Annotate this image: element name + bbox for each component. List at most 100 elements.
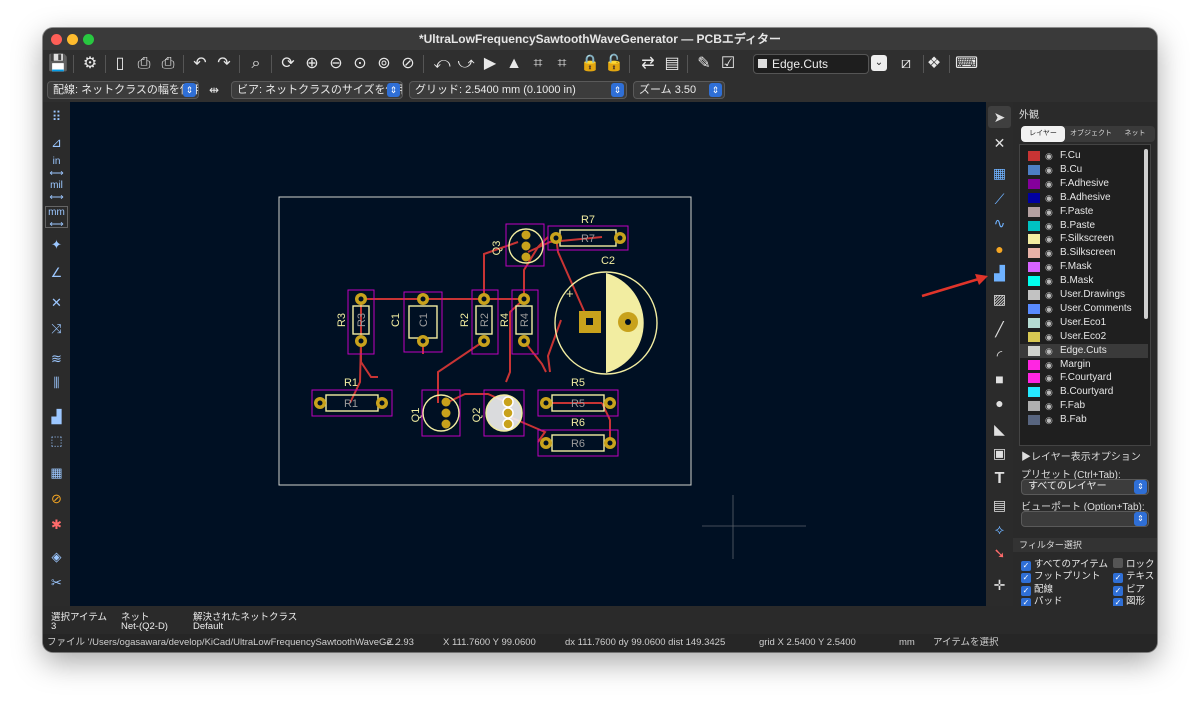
layer-color-swatch[interactable] — [1028, 151, 1040, 161]
footprint-tool-icon[interactable]: ▦ — [988, 162, 1011, 184]
eye-icon[interactable]: ◉ — [1045, 260, 1053, 274]
layer-color-swatch[interactable] — [1028, 373, 1040, 384]
zoom-selection-icon[interactable]: ⊘ — [397, 53, 419, 75]
pad-outline-icon[interactable]: ▦ — [45, 462, 68, 484]
tab-nets[interactable]: ネット — [1117, 126, 1153, 142]
eye-icon[interactable]: ◉ — [1045, 177, 1053, 191]
minimize-window-button[interactable] — [67, 34, 78, 45]
active-layer-select[interactable]: Edge.Cuts — [753, 54, 869, 74]
layer-row[interactable]: ◉ B.Paste — [1020, 219, 1148, 233]
route-track-icon[interactable]: ⟋ — [988, 188, 1011, 210]
layer-row[interactable]: ◉ Margin — [1020, 358, 1148, 372]
select-tool-icon[interactable]: ➤ — [988, 106, 1011, 128]
zoom-fit-icon[interactable]: ⊙ — [349, 53, 371, 75]
q1-footprint[interactable]: Q1 — [410, 389, 461, 437]
track-width-select[interactable]: 配線: ネットクラスの幅を使用 ⇕ — [47, 81, 199, 99]
scripting-icon[interactable]: ❖ — [923, 53, 945, 75]
via-tool-icon[interactable]: ● — [988, 238, 1011, 260]
layer-row[interactable]: ◉ B.Adhesive — [1020, 191, 1148, 205]
refresh-icon[interactable]: ⟳ — [277, 53, 299, 75]
layer-color-swatch[interactable] — [1028, 248, 1040, 259]
layer-color-swatch[interactable] — [1028, 387, 1040, 398]
layer-row[interactable]: ◉ User.Drawings — [1020, 288, 1148, 302]
layer-row[interactable]: ◉ F.Silkscreen — [1020, 232, 1148, 246]
circle-tool-icon[interactable]: ● — [988, 392, 1011, 414]
group-icon[interactable]: ⌗ — [527, 53, 549, 75]
grid-toggle-icon[interactable]: ⠿ — [45, 106, 68, 128]
layer-color-swatch[interactable] — [1028, 178, 1040, 189]
eye-icon[interactable]: ◉ — [1045, 413, 1053, 427]
plot-icon[interactable]: ⎙ — [157, 53, 179, 75]
find-icon[interactable]: ⌕ — [245, 53, 267, 75]
eye-icon[interactable]: ◉ — [1045, 371, 1053, 385]
line-tool-icon[interactable]: ╱ — [988, 318, 1011, 340]
layer-row[interactable]: ◉ F.Fab — [1020, 399, 1148, 413]
eye-icon[interactable]: ◉ — [1045, 219, 1053, 233]
eye-icon[interactable]: ◉ — [1045, 316, 1053, 330]
eye-icon[interactable]: ◉ — [1045, 191, 1053, 205]
track-outline-icon[interactable]: ⫼ — [45, 372, 68, 394]
print-icon[interactable]: ⎙ — [133, 53, 155, 75]
cursor-crosshair-icon[interactable]: ✦ — [45, 234, 68, 256]
via-size-select[interactable]: ビア: ネットクラスのサイズを使用 ⇕ — [231, 81, 403, 99]
layer-display-options[interactable]: ▶レイヤー表示オプション — [1021, 448, 1141, 463]
contrast-mode-icon[interactable]: ✱ — [45, 514, 68, 536]
eye-icon[interactable]: ◉ — [1045, 344, 1053, 358]
dimension-tool-icon[interactable]: ⟡ — [988, 518, 1011, 540]
polar-coords-icon[interactable]: ⊿ — [45, 132, 68, 154]
tools-icon[interactable]: ✂ — [45, 572, 68, 594]
close-window-button[interactable] — [51, 34, 62, 45]
q2-footprint[interactable]: Q2 — [471, 389, 525, 437]
flip-icon[interactable]: ▶ — [479, 53, 501, 75]
page-settings-icon[interactable]: ▯ — [109, 53, 131, 75]
chevron-down-icon[interactable]: ⌄ — [871, 55, 887, 71]
layer-color-swatch[interactable] — [1028, 290, 1040, 300]
grid-origin-icon[interactable]: ✛ — [988, 574, 1011, 596]
delete-tool-icon[interactable]: ➘ — [988, 542, 1011, 564]
layer-row[interactable]: ◉ User.Comments — [1020, 302, 1148, 316]
layer-row[interactable]: ◉ B.Mask — [1020, 274, 1148, 288]
unit-mil-button[interactable]: mil ⟷ — [45, 180, 68, 203]
r7-footprint[interactable]: R7 R7 — [547, 214, 629, 251]
update-pcb-icon[interactable]: ⇄ — [637, 53, 659, 75]
eye-icon[interactable]: ◉ — [1045, 330, 1053, 344]
zoom-window-button[interactable] — [83, 34, 94, 45]
layer-row[interactable]: ◉ F.Mask — [1020, 260, 1148, 274]
layer-color-swatch[interactable] — [1028, 192, 1040, 203]
zoom-objects-icon[interactable]: ⊚ — [373, 53, 395, 75]
eye-icon[interactable]: ◉ — [1045, 246, 1053, 260]
layer-row[interactable]: ◉ User.Eco2 — [1020, 330, 1148, 344]
unit-inch-button[interactable]: in ⟷ — [45, 156, 68, 179]
textbox-tool-icon[interactable]: ▤ — [988, 494, 1011, 516]
eye-icon[interactable]: ◉ — [1045, 358, 1053, 372]
layer-row[interactable]: ◉ F.Paste — [1020, 205, 1148, 219]
layer-color-swatch[interactable] — [1028, 303, 1040, 314]
track-angle-icon[interactable]: ∠ — [45, 262, 68, 284]
layer-color-swatch[interactable] — [1028, 331, 1040, 342]
net-highlight-icon[interactable]: ≋ — [45, 348, 68, 370]
python-console-icon[interactable]: ⌨ — [955, 53, 978, 75]
layer-color-swatch[interactable] — [1028, 345, 1040, 356]
arc-tool-icon[interactable]: ◜ — [988, 344, 1011, 366]
zone-fill-icon[interactable]: ▟ — [45, 406, 68, 428]
eye-icon[interactable]: ◉ — [1045, 274, 1053, 288]
tab-objects[interactable]: オブジェクト — [1067, 126, 1115, 142]
tune-length-icon[interactable]: ∿ — [988, 212, 1011, 234]
r6-footprint[interactable]: R6 R6 — [537, 417, 619, 457]
c1-footprint[interactable]: C1 C1 — [390, 291, 443, 353]
layer-color-swatch[interactable] — [1028, 234, 1040, 245]
drc-icon[interactable]: ☑ — [717, 53, 739, 75]
layer-color-swatch[interactable] — [1028, 401, 1040, 412]
layer-row[interactable]: ◉ B.Cu — [1020, 163, 1148, 177]
layer-color-swatch[interactable] — [1028, 164, 1040, 175]
image-tool-icon[interactable]: ▣ — [988, 442, 1011, 464]
c2-footprint[interactable]: + C2 — [554, 255, 658, 375]
ratsnest-icon[interactable]: ✕ — [45, 292, 68, 314]
zoom-in-icon[interactable]: ⊕ — [301, 53, 323, 75]
layer-row[interactable]: ◉ B.Courtyard — [1020, 385, 1148, 399]
redo-icon[interactable]: ↷ — [213, 53, 235, 75]
pcb-drawing[interactable]: R7 R7 R1 R1 R5 R5 R6 R6 R3 R3 C1 C1 R2 R… — [70, 102, 986, 606]
eye-icon[interactable]: ◉ — [1045, 149, 1053, 163]
eye-icon[interactable]: ◉ — [1045, 163, 1053, 177]
rotate-ccw-icon[interactable]: ⤺ — [431, 53, 453, 75]
